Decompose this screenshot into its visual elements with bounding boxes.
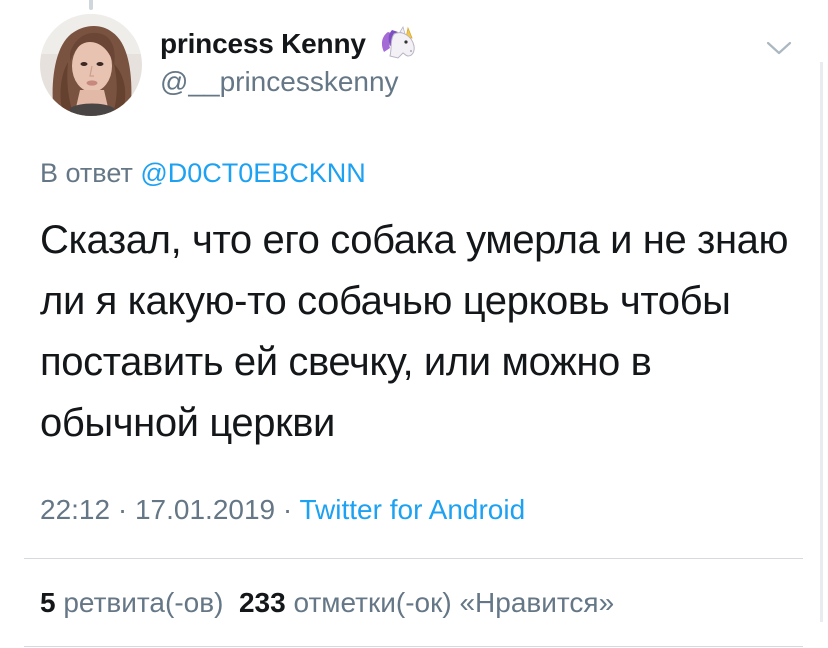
likes-count: 233 xyxy=(238,587,286,618)
tweet-stats: 5 ретвита(-ов) 233 отметки(-ок) «Нравитс… xyxy=(40,587,614,619)
tweet-date[interactable]: 17.01.2019 xyxy=(135,494,275,525)
divider xyxy=(24,646,803,647)
author-handle[interactable]: @__princesskenny xyxy=(160,66,399,98)
likes-stat[interactable]: 233 отметки(-ок) «Нравится» xyxy=(239,587,614,618)
tweet-source-link[interactable]: Twitter for Android xyxy=(300,494,526,525)
scrollbar[interactable] xyxy=(820,62,823,622)
tweet-text: Сказал, что его собака умерла и не знаю … xyxy=(40,218,789,445)
meta-separator: · xyxy=(282,494,293,525)
unicorn-icon xyxy=(378,26,418,62)
likes-label: отметки(-ок) «Нравится» xyxy=(293,587,615,618)
reply-context: В ответ @D0CT0EBCKNN xyxy=(40,158,366,189)
divider xyxy=(24,558,803,559)
retweets-count: 5 xyxy=(40,587,56,618)
tweet-time[interactable]: 22:12 xyxy=(40,494,110,525)
retweets-label: ретвита(-ов) xyxy=(63,587,224,618)
tweet-metadata: 22:12 · 17.01.2019 · Twitter for Android xyxy=(40,494,525,526)
author-display-name[interactable]: princess Kenny xyxy=(160,28,366,60)
reply-mention-link[interactable]: @D0CT0EBCKNN xyxy=(140,158,365,188)
meta-separator: · xyxy=(117,494,128,525)
chevron-down-icon[interactable] xyxy=(764,38,794,58)
retweets-stat[interactable]: 5 ретвита(-ов) xyxy=(40,587,223,618)
avatar[interactable] xyxy=(40,14,142,116)
tweet-detail: princess Kenny @__princesskenny В ответ … xyxy=(0,0,828,648)
reply-prefix: В ответ xyxy=(40,158,133,188)
previous-tweet-thread-line xyxy=(89,0,93,10)
